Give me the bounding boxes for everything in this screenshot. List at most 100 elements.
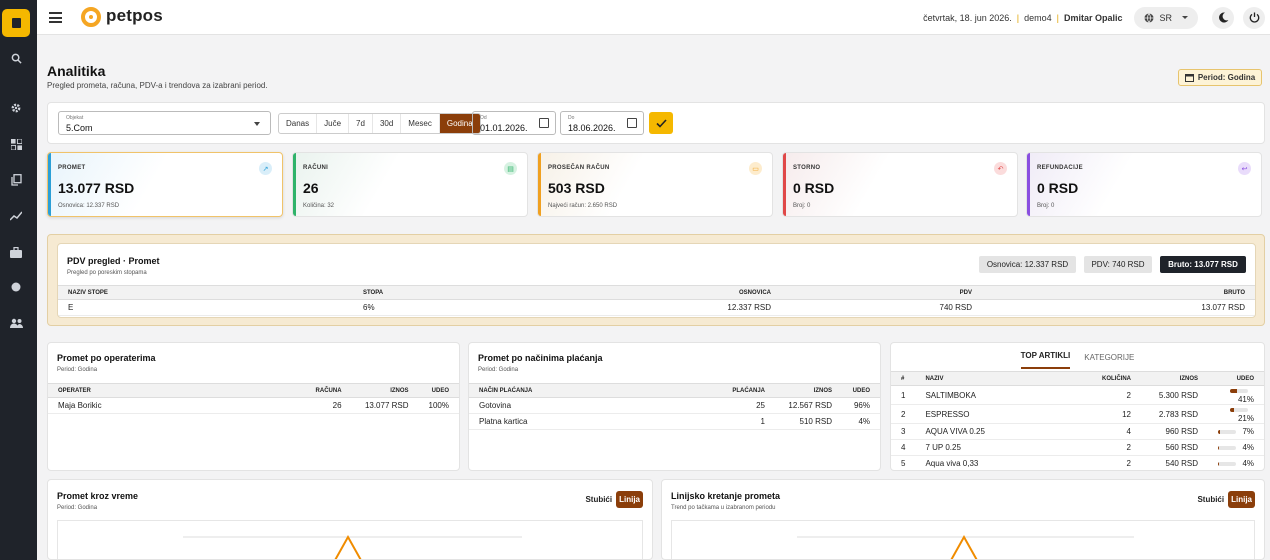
table-cell: 100%	[418, 397, 459, 414]
kpi-accent-bar	[293, 153, 296, 216]
kpi-subtext: Količina: 32	[303, 203, 335, 209]
table-cell: 1	[695, 413, 775, 430]
payments-panel: Promet po načinima plaćanja Period: Godi…	[468, 342, 881, 471]
theme-toggle-button[interactable]	[1212, 6, 1234, 29]
briefcase-icon[interactable]	[8, 244, 24, 260]
circle-icon[interactable]	[8, 279, 24, 295]
calendar-icon	[1184, 74, 1194, 82]
pdv-table: NAZIV STOPE STOPA OSNOVICA PDV BRUTO E 6…	[58, 285, 1255, 316]
operators-table: OPERATER RAČUNA IZNOS UDEO Maja Borikic …	[48, 383, 459, 414]
table-row[interactable]: 5 Aqua viva 0,33 2 540 RSD 4%	[891, 455, 1264, 470]
rank-cell: 4	[891, 439, 916, 456]
rank-cell: 5	[891, 455, 916, 470]
chevron-down-icon	[1182, 16, 1188, 19]
dashboard-icon[interactable]	[2, 9, 30, 37]
date-to-value: 18.06.2026.	[568, 123, 616, 133]
table-row[interactable]: 2 ESPRESSO 12 2.783 RSD 21%	[891, 404, 1264, 424]
table-cell: 96%	[842, 397, 880, 414]
table-cell: Maja Borikic	[48, 397, 286, 414]
operators-subtitle: Period: Godina	[57, 367, 98, 373]
period-badge: Period: Godina	[1178, 69, 1262, 86]
table-row[interactable]: Platna kartica 1 510 RSD 4%	[469, 413, 880, 430]
date-from-value: 01.01.2026.	[480, 123, 528, 133]
table-row: E 6% 12.337 RSD 740 RSD 13.077 RSD	[58, 299, 1255, 316]
toggle-line[interactable]: Linija	[1228, 491, 1255, 508]
chart-title: Linijsko kretanje prometa	[671, 491, 781, 501]
kpi-title: PROSEČAN RAČUN	[548, 165, 610, 171]
chart-type-toggle[interactable]: Stubići Linija	[1197, 491, 1255, 508]
kpi-value: 503 RSD	[548, 180, 605, 196]
toggle-line[interactable]: Linija	[616, 491, 643, 508]
trend-icon: ↗	[259, 162, 272, 175]
kpi-subtext: Osnovica: 12.337 RSD	[58, 203, 120, 209]
column-header: KOLIČINA	[1089, 371, 1141, 386]
column-header: NAZIV STOPE	[58, 285, 353, 300]
kpi-card-average-invoice[interactable]: PROSEČAN RAČUN 503 RSD Najveći račun: 2.65…	[537, 152, 773, 217]
kpi-card-invoices[interactable]: RAČUNI 26 Količina: 32 ▤	[292, 152, 528, 217]
table-cell: E	[58, 299, 353, 316]
column-header: UDEO	[842, 383, 880, 398]
quantity-cell: 2	[1089, 385, 1141, 405]
rank-cell: 2	[891, 404, 916, 424]
gear-icon[interactable]	[8, 100, 24, 116]
range-jue-button[interactable]: Juče	[317, 114, 350, 133]
location-select[interactable]: Objekat 5.Com	[58, 111, 271, 135]
toggle-bars[interactable]: Stubići	[1197, 495, 1224, 504]
date-to-field[interactable]: Do 18.06.2026.	[560, 111, 644, 135]
user-name[interactable]: Dmitar Opalic	[1064, 13, 1123, 23]
chart-type-toggle[interactable]: Stubići Linija	[585, 491, 643, 508]
table-row[interactable]: Maja Borikic 26 13.077 RSD 100%	[48, 397, 459, 414]
share-cell: 7%	[1208, 423, 1264, 440]
table-row[interactable]: 47 UP 0.25 2 560 RSD 4%	[891, 439, 1264, 456]
table-cell: 740 RSD	[781, 299, 982, 316]
amount-cell: 540 RSD	[1141, 455, 1208, 470]
pdv-card: PDV pregled · Promet Pregled po poreskim…	[57, 243, 1256, 318]
kpi-card-refunds[interactable]: REFUNDACIJE 0 RSD Broj: 0 ↩	[1026, 152, 1262, 217]
date-to-label: Do	[568, 115, 575, 121]
calendar-icon[interactable]	[539, 118, 549, 128]
payments-subtitle: Period: Godina	[478, 367, 519, 373]
apply-button[interactable]	[649, 112, 673, 134]
range-7d-button[interactable]: 7d	[349, 114, 373, 133]
column-header: RAČUNA	[285, 383, 352, 398]
table-row[interactable]: 1 SALTIMBOKA 2 5.300 RSD 41%	[891, 385, 1264, 405]
chart-subtitle: Period: Godina	[57, 505, 98, 511]
amount-cell: 960 RSD	[1141, 423, 1208, 440]
operators-title: Promet po operaterima	[57, 353, 156, 363]
location-label: Objekat	[66, 115, 84, 121]
search-icon[interactable]	[8, 50, 24, 66]
kpi-accent-bar	[1027, 153, 1030, 216]
filter-bar: Objekat 5.Com Danas Juče 7d 30d Mesec Godina …	[47, 102, 1265, 144]
trend-icon[interactable]	[8, 208, 24, 224]
period-badge-label: Period: Godina	[1197, 73, 1256, 82]
menu-icon[interactable]	[49, 12, 62, 23]
users-icon[interactable]	[8, 315, 24, 331]
copy-icon[interactable]	[8, 172, 24, 188]
share-value: 4%	[1242, 443, 1254, 452]
table-row[interactable]: 3 AQUA VIVA 0.25 4 960 RSD 7%	[891, 423, 1264, 440]
table-row[interactable]: Gotovina 25 12.567 RSD 96%	[469, 397, 880, 414]
chart-series-line	[950, 534, 978, 559]
language-label: SR	[1159, 12, 1172, 23]
quantity-cell: 2	[1089, 455, 1141, 470]
range-mesec-button[interactable]: Mesec	[401, 114, 440, 133]
share-cell: 41%	[1208, 385, 1264, 405]
kpi-subtext: Broj: 0	[1037, 203, 1055, 209]
tab-top-items[interactable]: TOP ARTIKLI	[1020, 351, 1071, 369]
kpi-card-revenue[interactable]: PROMET 13.077 RSD Osnovica: 12.337 RSD ↗	[47, 152, 283, 217]
range-danas-button[interactable]: Danas	[279, 114, 318, 133]
receipt-icon: ▤	[504, 162, 517, 175]
range-30d-button[interactable]: 30d	[373, 114, 402, 133]
toggle-bars[interactable]: Stubići	[585, 495, 612, 504]
chart-title: Promet kroz vreme	[57, 491, 139, 501]
calendar-icon[interactable]	[627, 118, 637, 128]
tab-categories[interactable]: KATEGORIJE	[1084, 353, 1134, 369]
range-selector: Danas Juče 7d 30d Mesec Godina	[278, 113, 481, 134]
quantity-cell: 12	[1089, 404, 1141, 424]
kpi-card-void[interactable]: STORNO 0 RSD Broj: 0 ↶	[782, 152, 1018, 217]
kpi-value: 26	[303, 180, 319, 196]
grid-icon[interactable]	[8, 136, 24, 152]
language-select[interactable]: SR	[1134, 6, 1198, 29]
date-from-field[interactable]: Od 01.01.2026.	[472, 111, 556, 135]
logout-button[interactable]	[1243, 6, 1265, 29]
